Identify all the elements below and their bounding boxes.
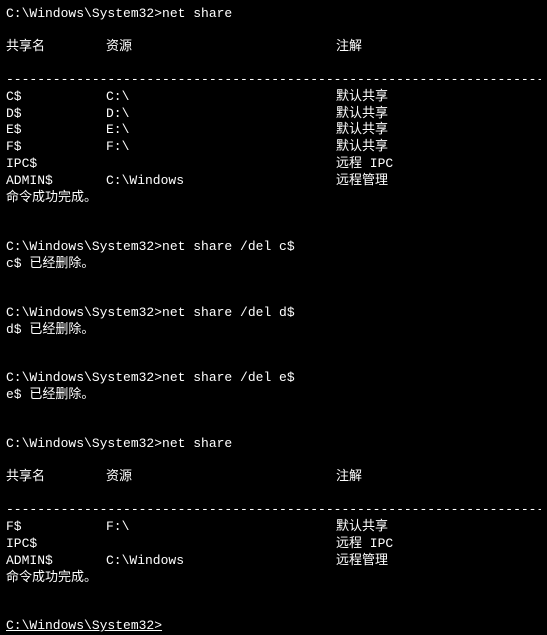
table-row: IPC$ 远程 IPC — [6, 156, 541, 173]
share-resource: C:\Windows — [106, 173, 336, 190]
share-remark: 远程 IPC — [336, 536, 393, 553]
prompt-line: C:\Windows\System32>net share /del e$ — [6, 370, 541, 387]
prompt-line: C:\Windows\System32>net share /del d$ — [6, 305, 541, 322]
share-remark: 默认共享 — [336, 122, 388, 139]
share-remark: 默认共享 — [336, 106, 388, 123]
share-remark: 远程 IPC — [336, 156, 393, 173]
share-name: E$ — [6, 122, 106, 139]
table-row: ADMIN$C:\Windows远程管理 — [6, 553, 541, 570]
table-header: 共享名 资源 注解 — [6, 39, 541, 56]
prompt-cursor[interactable]: C:\Windows\System32> — [6, 618, 541, 635]
share-name: D$ — [6, 106, 106, 123]
table-row: ADMIN$C:\Windows远程管理 — [6, 173, 541, 190]
deleted-message: e$ 已经删除。 — [6, 387, 541, 404]
table-row: E$E:\默认共享 — [6, 122, 541, 139]
share-name: F$ — [6, 519, 106, 536]
header-resource: 资源 — [106, 469, 336, 486]
share-remark: 默认共享 — [336, 519, 388, 536]
share-resource — [106, 536, 336, 553]
share-remark: 远程管理 — [336, 553, 388, 570]
header-remark: 注解 — [336, 39, 362, 56]
share-name: F$ — [6, 139, 106, 156]
share-resource: F:\ — [106, 139, 336, 156]
share-resource: C:\Windows — [106, 553, 336, 570]
divider: ----------------------------------------… — [6, 502, 541, 519]
share-remark: 默认共享 — [336, 89, 388, 106]
deleted-message: c$ 已经删除。 — [6, 256, 541, 273]
deleted-message: d$ 已经删除。 — [6, 322, 541, 339]
share-name: C$ — [6, 89, 106, 106]
header-name: 共享名 — [6, 469, 106, 486]
prompt-line: C:\Windows\System32>net share — [6, 6, 541, 23]
terminal-output: C:\Windows\System32>net share 共享名 资源 注解 … — [6, 6, 541, 635]
header-resource: 资源 — [106, 39, 336, 56]
prompt-line: C:\Windows\System32>net share /del c$ — [6, 239, 541, 256]
table-header: 共享名 资源 注解 — [6, 469, 541, 486]
header-remark: 注解 — [336, 469, 362, 486]
divider: ----------------------------------------… — [6, 72, 541, 89]
prompt-line: C:\Windows\System32>net share — [6, 436, 541, 453]
header-name: 共享名 — [6, 39, 106, 56]
success-message: 命令成功完成。 — [6, 570, 541, 587]
share-remark: 默认共享 — [336, 139, 388, 156]
share-name: IPC$ — [6, 156, 106, 173]
share-remark: 远程管理 — [336, 173, 388, 190]
success-message: 命令成功完成。 — [6, 190, 541, 207]
share-resource: C:\ — [106, 89, 336, 106]
share-name: ADMIN$ — [6, 553, 106, 570]
table-row: D$D:\默认共享 — [6, 106, 541, 123]
share-resource: F:\ — [106, 519, 336, 536]
share-resource — [106, 156, 336, 173]
table-row: F$F:\默认共享 — [6, 139, 541, 156]
table-row: IPC$ 远程 IPC — [6, 536, 541, 553]
share-resource: E:\ — [106, 122, 336, 139]
share-name: IPC$ — [6, 536, 106, 553]
share-resource: D:\ — [106, 106, 336, 123]
table-row: F$F:\默认共享 — [6, 519, 541, 536]
table-row: C$C:\默认共享 — [6, 89, 541, 106]
share-name: ADMIN$ — [6, 173, 106, 190]
